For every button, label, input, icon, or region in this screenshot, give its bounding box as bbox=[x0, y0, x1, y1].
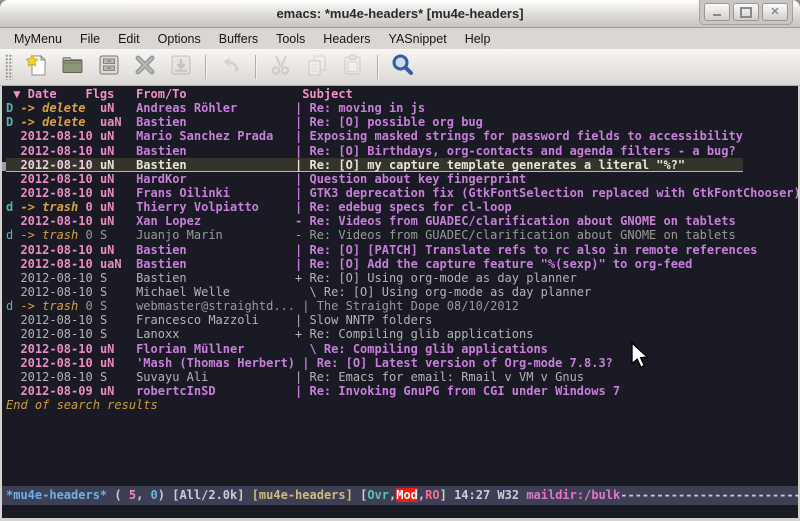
menu-item-buffers[interactable]: Buffers bbox=[210, 29, 267, 49]
message-row[interactable]: 2012-08-10 uN Mario Sanchez Prada | Expo… bbox=[6, 129, 798, 143]
close-icon: ✕ bbox=[770, 7, 779, 18]
message-row[interactable]: 2012-08-09 uN robertcInSD | Re: Invoking… bbox=[6, 384, 798, 398]
titlebar[interactable]: emacs: *mu4e-headers* [mu4e-headers] ✕ bbox=[0, 0, 800, 28]
close-icon bbox=[132, 52, 158, 83]
close-button[interactable]: ✕ bbox=[762, 3, 788, 21]
message-row[interactable]: 2012-08-10 uN Frans Oilinki | GTK3 depre… bbox=[6, 186, 798, 200]
open-folder-icon bbox=[60, 52, 86, 83]
menu-item-edit[interactable]: Edit bbox=[109, 29, 149, 49]
modeline-segment: [mu4e-headers] bbox=[252, 488, 360, 502]
modeline-segment: 14:27 W32 bbox=[454, 488, 526, 502]
modeline-segment: Ovr bbox=[367, 488, 389, 502]
message-row[interactable]: 2012-08-10 uN 'Mash (Thomas Herbert) | R… bbox=[6, 356, 798, 370]
message-row[interactable]: 2012-08-10 uN Xan Lopez - Re: Videos fro… bbox=[6, 214, 798, 228]
message-row[interactable]: 2012-08-10 uN Bastien | Re: [O] [PATCH] … bbox=[6, 243, 798, 257]
modeline-segment: ---------------------------- bbox=[620, 488, 798, 502]
copy-icon bbox=[304, 52, 330, 83]
message-row[interactable]: 2012-08-10 uN Bastien | Re: [O] Birthday… bbox=[6, 144, 798, 158]
modeline-segment: RO bbox=[425, 488, 439, 502]
mouse-pointer-icon bbox=[630, 342, 650, 370]
open-folder-button[interactable] bbox=[58, 52, 88, 82]
search-icon bbox=[390, 52, 416, 83]
modeline-segment: maildir:/bulk bbox=[526, 488, 620, 502]
message-row[interactable]: d -> trash 0 uN Thierry Volpiatto | Re: … bbox=[6, 200, 798, 214]
modeline-segment: 0 bbox=[151, 488, 158, 502]
cut-button bbox=[266, 52, 296, 82]
message-row[interactable]: d -> trash 0 S Juanjo Marín - Re: Videos… bbox=[6, 228, 798, 242]
text-cursor bbox=[2, 162, 6, 171]
toolbar-separator bbox=[255, 55, 257, 79]
toolbar-separator bbox=[377, 55, 379, 79]
undo-icon bbox=[218, 52, 244, 83]
header-list: ▼ Date Flgs From/To SubjectD -> delete u… bbox=[6, 87, 798, 412]
modeline-segment: *mu4e-headers* bbox=[6, 488, 107, 502]
headers-column-row: ▼ Date Flgs From/To Subject bbox=[6, 87, 798, 101]
cut-icon bbox=[268, 52, 294, 83]
message-row[interactable]: 2012-08-10 S Bastien + Re: [O] Using org… bbox=[6, 271, 798, 285]
minimize-button[interactable] bbox=[704, 3, 730, 21]
modeline-segment: 5 bbox=[129, 488, 136, 502]
paste-button bbox=[338, 52, 368, 82]
toolbar bbox=[0, 49, 800, 86]
echo-area bbox=[2, 505, 798, 518]
message-row[interactable]: 2012-08-10 S Lanoxx + Re: Compiling glib… bbox=[6, 327, 798, 341]
menu-item-mymenu[interactable]: MyMenu bbox=[5, 29, 71, 49]
modeline-segment: , bbox=[136, 488, 150, 502]
copy-button bbox=[302, 52, 332, 82]
new-file-icon bbox=[24, 52, 50, 83]
save-button[interactable] bbox=[94, 52, 124, 82]
message-row[interactable]: 2012-08-10 S Francesco Mazzoli | Slow NN… bbox=[6, 313, 798, 327]
maximize-button[interactable] bbox=[733, 3, 759, 21]
modeline-segment: ] bbox=[440, 488, 454, 502]
save-as-button bbox=[166, 52, 196, 82]
modeline: *mu4e-headers* ( 5, 0) [All/2.0k] [mu4e-… bbox=[2, 486, 798, 505]
modeline-segment: Mod bbox=[396, 488, 418, 502]
search-button[interactable] bbox=[388, 52, 418, 82]
save-as-icon bbox=[168, 52, 194, 83]
message-row[interactable]: 2012-08-10 S Michael Welle \ Re: [O] Usi… bbox=[6, 285, 798, 299]
modeline-segment: ) bbox=[158, 488, 172, 502]
close-button[interactable] bbox=[130, 52, 160, 82]
message-row[interactable]: 2012-08-10 uN HardKor | Question about k… bbox=[6, 172, 798, 186]
end-of-search-results: End of search results bbox=[6, 398, 798, 412]
menu-item-options[interactable]: Options bbox=[149, 29, 210, 49]
message-row[interactable]: D -> delete uaN Bastien | Re: [O] possib… bbox=[6, 115, 798, 129]
mu4e-headers-buffer: ▼ Date Flgs From/To SubjectD -> delete u… bbox=[2, 86, 798, 518]
menu-item-yasnippet[interactable]: YASnippet bbox=[380, 29, 456, 49]
window-title: emacs: *mu4e-headers* [mu4e-headers] bbox=[0, 0, 800, 27]
emacs-window: emacs: *mu4e-headers* [mu4e-headers] ✕ M… bbox=[0, 0, 800, 521]
modeline-segment: ( bbox=[107, 488, 129, 502]
menu-item-headers[interactable]: Headers bbox=[314, 29, 379, 49]
message-row-current[interactable]: 2012-08-10 uN Bastien | Re: [O] my captu… bbox=[6, 158, 798, 172]
menu-item-file[interactable]: File bbox=[71, 29, 109, 49]
menu-item-tools[interactable]: Tools bbox=[267, 29, 314, 49]
window-controls: ✕ bbox=[699, 0, 793, 25]
message-row[interactable]: 2012-08-10 S Suvayu Ali | Re: Emacs for … bbox=[6, 370, 798, 384]
modeline-segment: [All/2.0k] bbox=[172, 488, 251, 502]
new-file-button[interactable] bbox=[22, 52, 52, 82]
message-row[interactable]: d -> trash 0 S webmaster@straightd... | … bbox=[6, 299, 798, 313]
message-row[interactable]: 2012-08-10 uaN Bastien | Re: [O] Add the… bbox=[6, 257, 798, 271]
menu-item-help[interactable]: Help bbox=[456, 29, 500, 49]
undo-button bbox=[216, 52, 246, 82]
save-icon bbox=[96, 52, 122, 83]
minimize-icon bbox=[713, 14, 721, 16]
message-row[interactable]: 2012-08-10 uN Florian Müllner \ Re: Comp… bbox=[6, 342, 798, 356]
maximize-icon bbox=[740, 7, 752, 18]
toolbar-separator bbox=[205, 55, 207, 79]
toolbar-grip[interactable] bbox=[5, 54, 13, 80]
menubar: MyMenuFileEditOptionsBuffersToolsHeaders… bbox=[0, 28, 800, 49]
message-row[interactable]: D -> delete uN Andreas Röhler | Re: movi… bbox=[6, 101, 798, 115]
paste-icon bbox=[340, 52, 366, 83]
screen: emacs: *mu4e-headers* [mu4e-headers] ✕ M… bbox=[0, 0, 800, 521]
